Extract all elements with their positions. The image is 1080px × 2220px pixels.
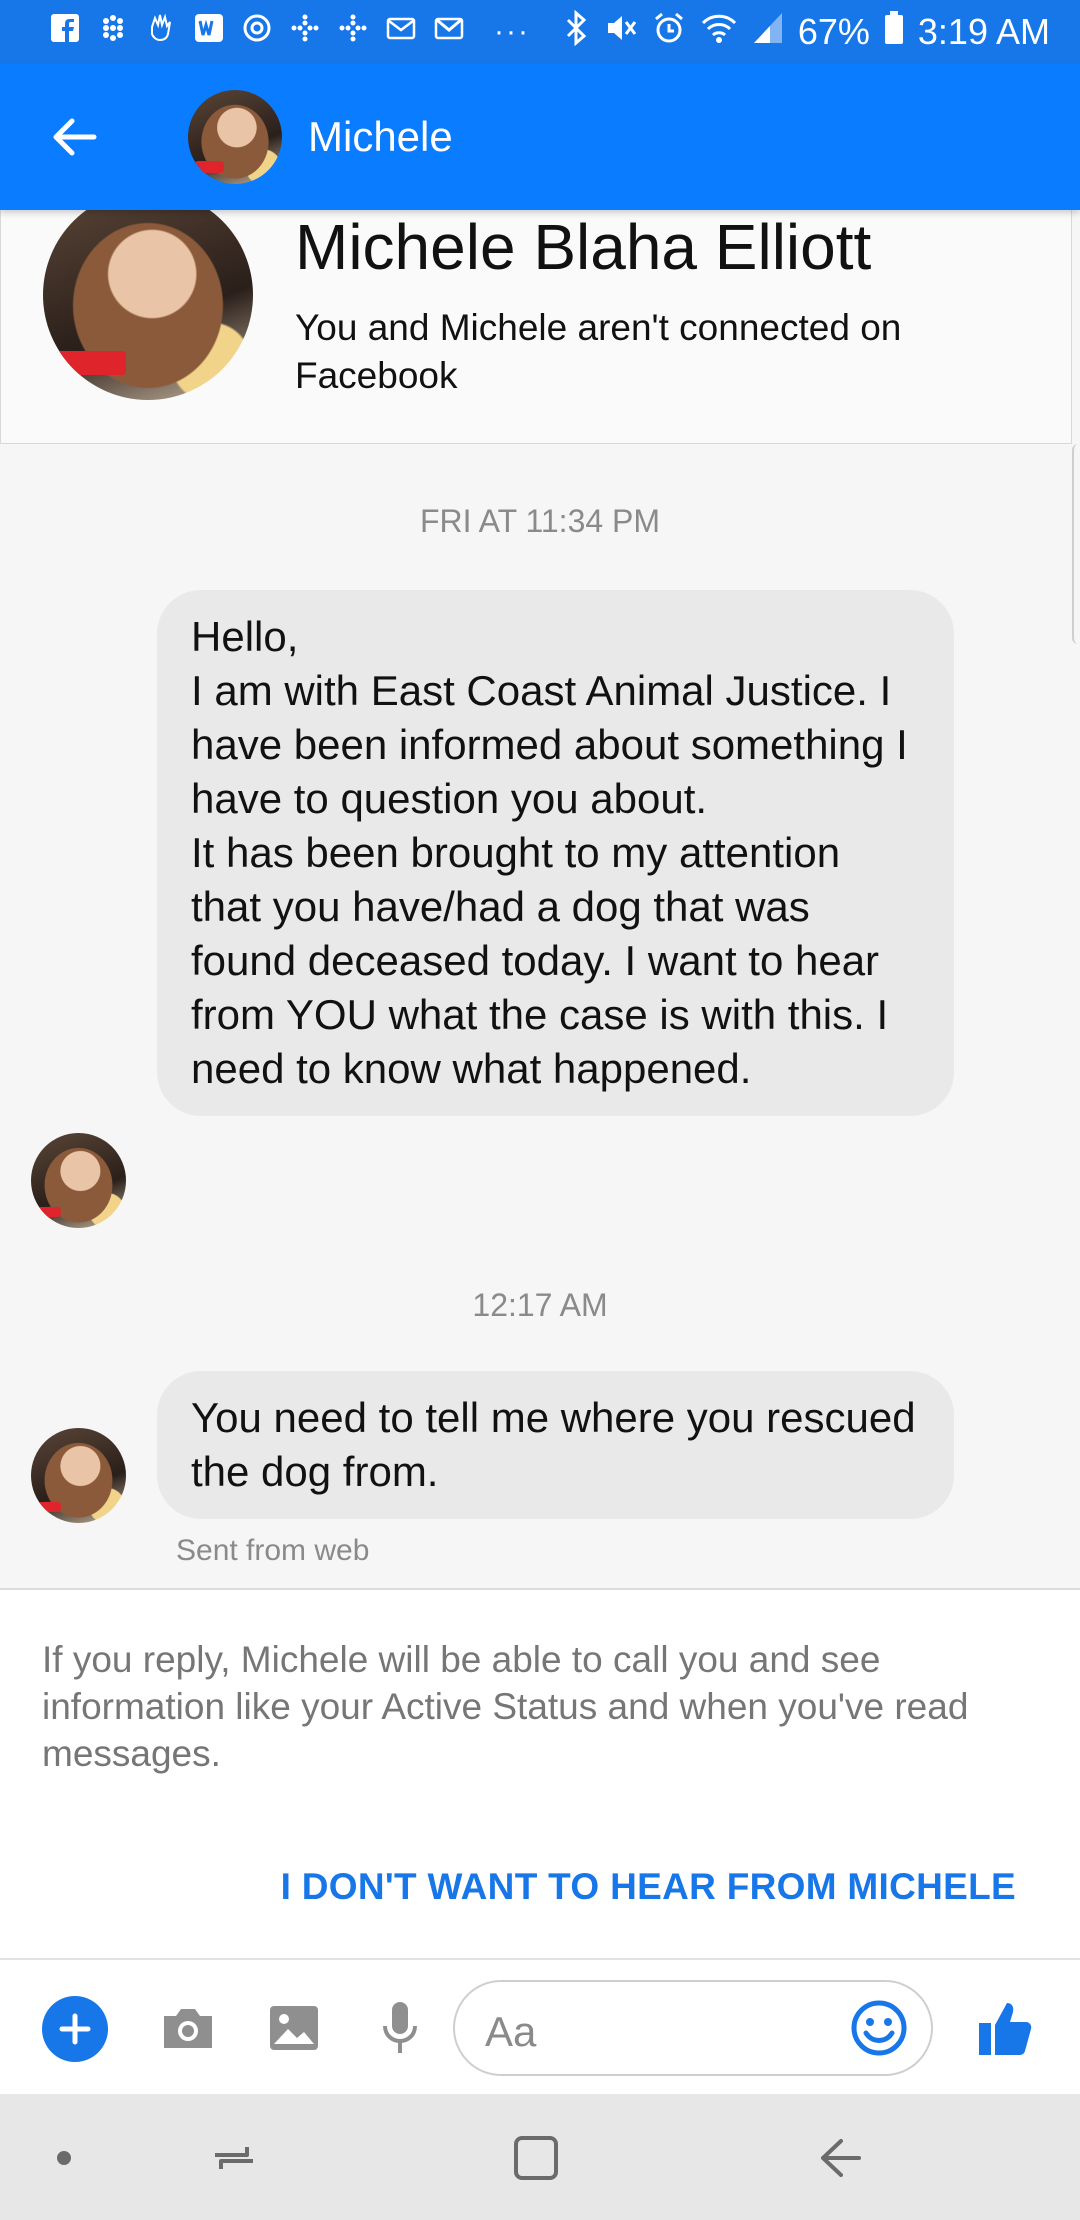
- dots-grid-icon: [290, 13, 320, 51]
- camera-icon: [164, 2009, 212, 2048]
- bluetooth-icon: [562, 9, 590, 55]
- stamp-badge: [36, 1501, 61, 1512]
- clock: 3:19 AM: [917, 11, 1050, 52]
- voice-button[interactable]: [362, 1990, 438, 2066]
- facebook-icon: [50, 13, 80, 51]
- message-avatar[interactable]: [31, 1133, 126, 1228]
- circle-icon: [242, 13, 272, 51]
- request-notice: If you reply, Michele will be able to ca…: [42, 1639, 969, 1774]
- profile-avatar[interactable]: [43, 190, 253, 400]
- scroll-indicator[interactable]: [1072, 444, 1080, 644]
- message-avatar[interactable]: [31, 1428, 126, 1523]
- microphone-icon: [383, 2002, 417, 2053]
- more-actions-button[interactable]: [42, 1996, 108, 2062]
- notification-icons: [50, 13, 464, 51]
- alarm-icon: [652, 11, 686, 54]
- more-notifications-icon: ···: [494, 15, 530, 48]
- message-timestamp: FRI AT 11:34 PM: [419, 503, 661, 539]
- ignore-sender-button[interactable]: I DON'T WANT TO HEAR FROM MICHELE: [281, 1866, 1016, 1908]
- mute-icon: [604, 11, 638, 54]
- message-bubble[interactable]: Hello, I am with East Coast Animal Justi…: [157, 590, 954, 1116]
- profile-name: Michele Blaha Elliott: [295, 211, 872, 283]
- dots-grid-icon: [338, 13, 368, 51]
- nav-dot-button[interactable]: [24, 2118, 104, 2198]
- image-icon: [270, 2006, 318, 2050]
- message-composer: Aa: [0, 1958, 1080, 2094]
- status-bar: ··· 67% 3:19 AM: [0, 0, 1080, 64]
- emoji-button[interactable]: [845, 1994, 913, 2062]
- word-icon: [194, 13, 224, 51]
- header-title[interactable]: Michele: [308, 113, 453, 161]
- message-timestamp: 12:17 AM: [472, 1287, 608, 1323]
- emoji-icon: [851, 2000, 907, 2056]
- arrow-left-icon: [53, 118, 97, 156]
- back-nav-button[interactable]: [800, 2118, 880, 2198]
- home-button[interactable]: [496, 2118, 576, 2198]
- camera-button[interactable]: [150, 1990, 226, 2066]
- signal-icon: [752, 11, 784, 54]
- gmail-icon: [434, 13, 464, 51]
- wifi-icon: [700, 11, 738, 54]
- profile-card: Michele Blaha Elliott You and Michele ar…: [0, 190, 1072, 444]
- message-request-panel: If you reply, Michele will be able to ca…: [0, 1588, 1080, 1958]
- battery-percent: 67%: [797, 11, 870, 52]
- battery-icon: [884, 10, 904, 54]
- stamp-badge: [55, 350, 126, 375]
- stamp-badge: [36, 1206, 61, 1217]
- back-button[interactable]: [24, 87, 124, 187]
- dot-icon: [57, 2151, 71, 2165]
- stamp-badge: [193, 160, 224, 173]
- message-input-placeholder: Aa: [485, 2008, 537, 2055]
- message-bubble[interactable]: You need to tell me where you rescued th…: [157, 1371, 954, 1519]
- recents-icon: [215, 2147, 253, 2169]
- mail-icon: [386, 13, 416, 51]
- back-icon: [821, 2139, 861, 2177]
- profile-connection-status: You and Michele aren't connected on Face…: [295, 307, 902, 396]
- conversation-header: Michele: [0, 64, 1080, 210]
- plus-icon: [59, 2013, 91, 2045]
- gallery-button[interactable]: [256, 1990, 332, 2066]
- hand-icon: [146, 13, 176, 51]
- thumbs-up-icon: [979, 2003, 1032, 2055]
- system-navigation-bar: [0, 2094, 1080, 2220]
- home-icon: [514, 2136, 558, 2180]
- message-input[interactable]: Aa: [453, 1980, 933, 2076]
- recents-button[interactable]: [194, 2118, 274, 2198]
- like-button[interactable]: [968, 1990, 1044, 2066]
- header-avatar[interactable]: [188, 90, 282, 184]
- sent-from-label: Sent from web: [176, 1534, 370, 1567]
- slack-icon: [98, 13, 128, 51]
